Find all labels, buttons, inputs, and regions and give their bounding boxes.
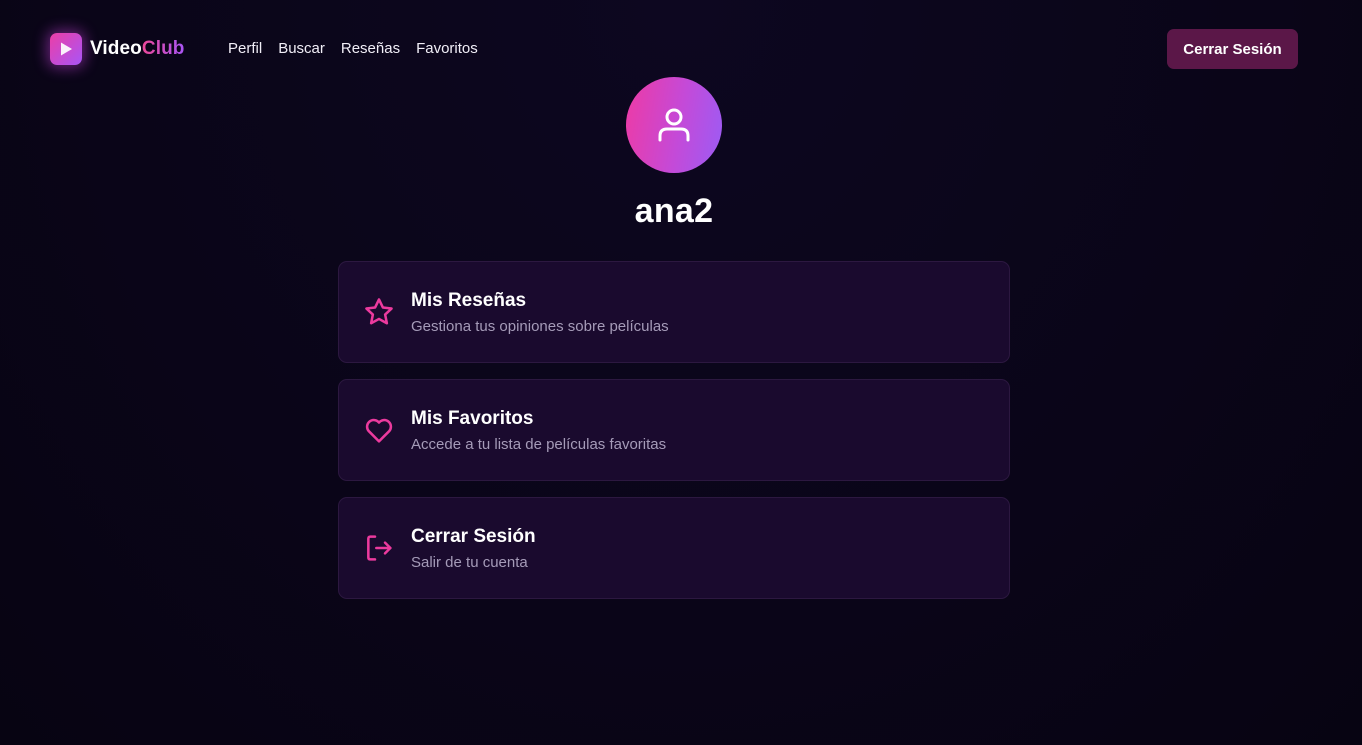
brand-logo[interactable]: VideoClub (50, 33, 185, 65)
nav-link-resenas[interactable]: Reseñas (341, 39, 400, 59)
card-description: Gestiona tus opiniones sobre películas (411, 318, 669, 335)
nav-link-favoritos[interactable]: Favoritos (416, 39, 478, 59)
nav-link-buscar[interactable]: Buscar (278, 39, 325, 59)
card-mis-resenas[interactable]: Mis Reseñas Gestiona tus opiniones sobre… (338, 261, 1010, 363)
star-icon (363, 296, 395, 328)
card-title: Mis Reseñas (411, 290, 527, 311)
card-mis-favoritos[interactable]: Mis Favoritos Accede a tu lista de pelíc… (338, 379, 1010, 481)
card-title: Mis Favoritos (411, 408, 534, 429)
avatar (626, 77, 722, 173)
profile-page: VideoClub Perfil Buscar Reseñas Favorito… (0, 0, 1362, 745)
logout-icon (363, 532, 395, 564)
logout-button[interactable]: Cerrar Sesión (1167, 29, 1298, 69)
card-cerrar-sesion[interactable]: Cerrar Sesión Salir de tu cuenta (338, 497, 1010, 599)
username-heading: ana2 (634, 192, 714, 230)
nav-link-perfil[interactable]: Perfil (228, 39, 262, 59)
card-title: Cerrar Sesión (411, 526, 536, 547)
main-nav: Perfil Buscar Reseñas Favoritos (228, 39, 478, 59)
brand-name: VideoClub (90, 38, 185, 59)
card-description: Accede a tu lista de películas favoritas (411, 436, 667, 453)
user-icon (658, 108, 690, 142)
card-description: Salir de tu cuenta (411, 554, 528, 571)
play-icon (50, 33, 82, 65)
heart-icon (363, 414, 395, 446)
